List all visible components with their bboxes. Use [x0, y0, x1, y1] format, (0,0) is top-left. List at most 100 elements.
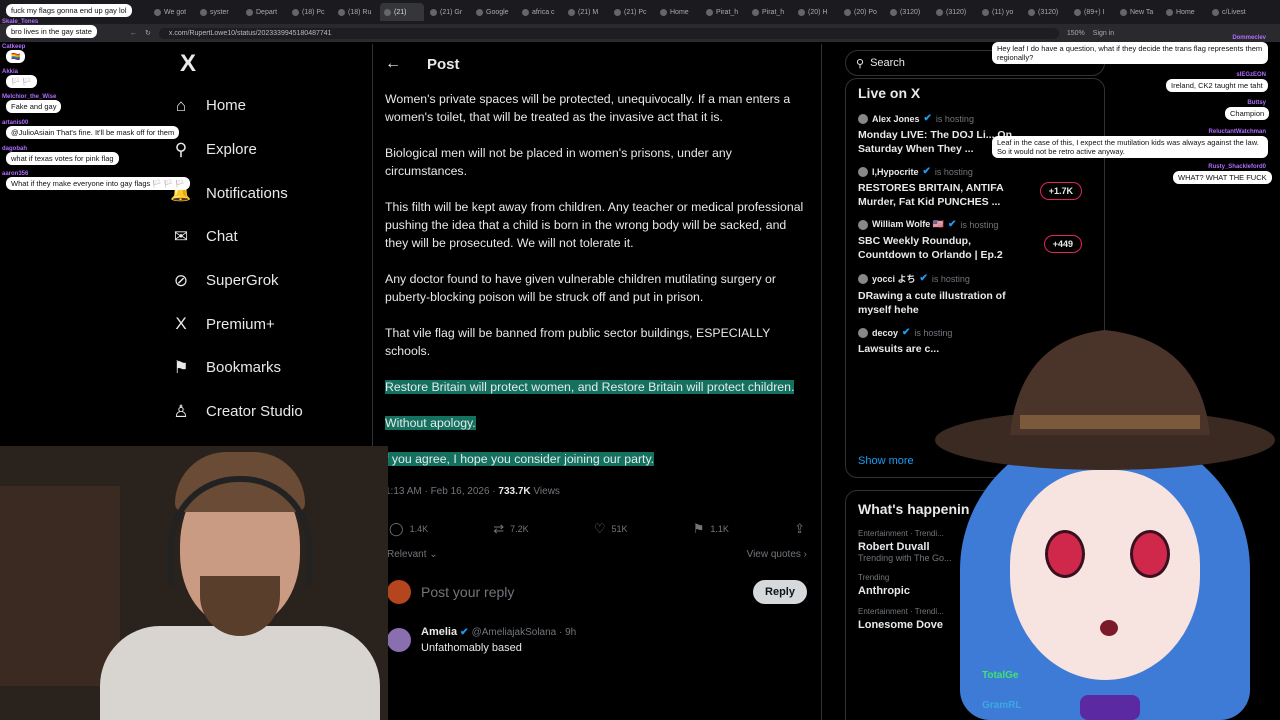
- live-host-name[interactable]: William Wolfe 🇺🇸: [872, 219, 944, 230]
- tab-favicon-icon: [1166, 8, 1173, 16]
- avatar[interactable]: [387, 628, 411, 652]
- tab-title: (11) yo: [992, 8, 1014, 16]
- browser-tab[interactable]: (20) Po: [840, 3, 884, 21]
- post-paragraph-highlighted: f you agree, I hope you consider joining…: [373, 450, 821, 468]
- live-title: Live on X: [858, 85, 921, 101]
- browser-tab[interactable]: Home: [1162, 3, 1206, 21]
- live-listener-count[interactable]: +1.7K: [1039, 182, 1082, 200]
- post-paragraph: That vile flag will be banned from publi…: [385, 326, 771, 358]
- tab-favicon-icon: [246, 8, 253, 16]
- live-title: DRawing a cute illustration of myself he…: [858, 290, 1006, 316]
- browser-tab[interactable]: (3120): [1024, 3, 1068, 21]
- repost-action[interactable]: ⇄ 7.2K: [493, 521, 528, 537]
- stream-overlay-name: TotalGe: [982, 670, 1019, 681]
- browser-tab[interactable]: (18) Ru: [334, 3, 378, 21]
- reply-author[interactable]: Amelia: [421, 626, 457, 638]
- browser-tab[interactable]: (20) H: [794, 3, 838, 21]
- browser-tab[interactable]: Depart: [242, 3, 286, 21]
- chat-message: Ireland, CK2 taught me taht: [1166, 79, 1268, 92]
- grok-icon: ⊘: [173, 270, 189, 290]
- reply-action[interactable]: ◯ 1.4K: [389, 521, 428, 537]
- live-item[interactable]: I,Hypocrite ✔ is hosting RESTORES BRITAIN, …: [858, 166, 1092, 209]
- view-quotes-link[interactable]: View quotes ›: [747, 549, 807, 560]
- browser-tab[interactable]: africa c: [518, 3, 562, 21]
- browser-tab[interactable]: (21) Gr: [426, 3, 470, 21]
- home-icon: ⌂: [175, 95, 187, 115]
- chat-username: sIEGzEON: [1236, 72, 1266, 78]
- live-host-name[interactable]: decoy: [872, 328, 898, 338]
- tab-favicon-icon: [1028, 8, 1035, 16]
- live-hosting-label: is hosting: [934, 166, 973, 177]
- tab-title: Google: [486, 8, 509, 16]
- browser-tab[interactable]: (3120): [886, 3, 930, 21]
- tab-favicon-icon: [154, 8, 161, 16]
- live-listener-count[interactable]: +449: [1043, 235, 1082, 253]
- post-timestamp[interactable]: 1:13 AM · Feb 16, 2026 ·: [385, 486, 498, 497]
- search-input[interactable]: Search: [870, 57, 905, 69]
- sidebar-item-creator-studio[interactable]: ♙ Creator Studio: [170, 390, 370, 434]
- live-hosting-label: is hosting: [931, 273, 970, 284]
- sidebar-item-bookmarks[interactable]: ⚑ Bookmarks: [170, 346, 370, 390]
- browser-tab[interactable]: We got: [150, 3, 194, 21]
- x-logo[interactable]: X: [170, 44, 370, 84]
- chat-message: Champion: [1225, 107, 1270, 120]
- browser-tab[interactable]: New Ta: [1116, 3, 1160, 21]
- search-icon: ⚲: [174, 139, 188, 159]
- sidebar-item-explore[interactable]: ⚲ Explore: [170, 128, 370, 172]
- share-action[interactable]: ⇪: [794, 521, 805, 537]
- browser-tab[interactable]: (21): [380, 3, 424, 21]
- show-more-link[interactable]: Show more: [858, 455, 914, 467]
- tab-favicon-icon: [614, 8, 621, 16]
- chat-message: Hey leaf I do have a question, what if t…: [992, 42, 1268, 64]
- chat-message: 🏳️ 🏳️: [6, 75, 37, 88]
- sidebar-item-chat[interactable]: ✉ Chat: [170, 215, 370, 259]
- browser-tab[interactable]: c/Livest: [1208, 3, 1252, 21]
- live-host-name[interactable]: Alex Jones: [872, 114, 920, 124]
- browser-tab[interactable]: Pirat_h: [702, 3, 746, 21]
- browser-tab[interactable]: (21) M: [564, 3, 608, 21]
- back-nav-icon[interactable]: ←: [130, 30, 137, 37]
- post-paragraph: This filth will be kept away from childr…: [385, 200, 804, 250]
- tab-favicon-icon: [1120, 8, 1127, 16]
- reply-button[interactable]: Reply: [753, 580, 807, 604]
- browser-tab[interactable]: (18) Pc: [288, 3, 332, 21]
- browser-tab[interactable]: Google: [472, 3, 516, 21]
- tab-title: Home: [1176, 8, 1195, 16]
- back-arrow-icon[interactable]: ←: [385, 55, 401, 73]
- tab-favicon-icon: [1212, 8, 1219, 16]
- zoom-level[interactable]: 150%: [1067, 30, 1085, 37]
- sidebar-item-supergrok[interactable]: ⊘ SuperGrok: [170, 259, 370, 303]
- sign-in-button[interactable]: Sign in: [1093, 30, 1114, 37]
- like-action[interactable]: ♡ 51K: [594, 521, 628, 537]
- reload-icon[interactable]: ↻: [145, 29, 151, 37]
- browser-tab[interactable]: (21) Pc: [610, 3, 654, 21]
- browser-tab[interactable]: (3120): [932, 3, 976, 21]
- browser-tab[interactable]: (11) yo: [978, 3, 1022, 21]
- live-host-name[interactable]: yocci よち: [872, 272, 916, 285]
- sidebar-item-home[interactable]: ⌂ Home: [170, 84, 370, 128]
- views-count: 733.7K: [498, 486, 531, 497]
- post-header: ← Post: [373, 44, 821, 84]
- tab-title: (21) M: [578, 8, 599, 16]
- sidebar-item-label: Explore: [206, 141, 257, 159]
- tab-favicon-icon: [936, 8, 943, 16]
- reply-input[interactable]: Post your reply: [421, 584, 753, 600]
- browser-tab[interactable]: syster: [196, 3, 240, 21]
- reply-item[interactable]: Amelia ✔ @AmeliajakSolana · 9h Unfathoma…: [373, 626, 821, 654]
- url-field[interactable]: x.com/RupertLowe10/status/20233399451804…: [158, 27, 1059, 39]
- browser-tab[interactable]: Home: [656, 3, 700, 21]
- sort-dropdown[interactable]: Relevant ⌄: [387, 549, 438, 560]
- sidebar-item-premium-[interactable]: X Premium+: [170, 302, 370, 346]
- sidebar-item-notifications[interactable]: 🔔 Notifications: [170, 171, 370, 215]
- repost-count: 7.2K: [510, 524, 529, 534]
- share-icon: ⇪: [794, 521, 805, 536]
- browser-tab[interactable]: (89+) I: [1070, 3, 1114, 21]
- reply-sort-row: Relevant ⌄ View quotes ›: [373, 549, 821, 560]
- live-item[interactable]: William Wolfe 🇺🇸 ✔ is hosting SBC Weekly Ro…: [858, 219, 1092, 262]
- tab-title: (21) Gr: [440, 8, 463, 16]
- browser-tab[interactable]: Pirat_h: [748, 3, 792, 21]
- reply-text: Unfathomably based: [421, 642, 522, 654]
- bookmark-action[interactable]: ⚑ 1.1K: [693, 521, 729, 537]
- live-host-name[interactable]: I,Hypocrite: [872, 167, 919, 177]
- live-item[interactable]: yocci よち ✔ is hosting DRawing a cute illust…: [858, 272, 1092, 317]
